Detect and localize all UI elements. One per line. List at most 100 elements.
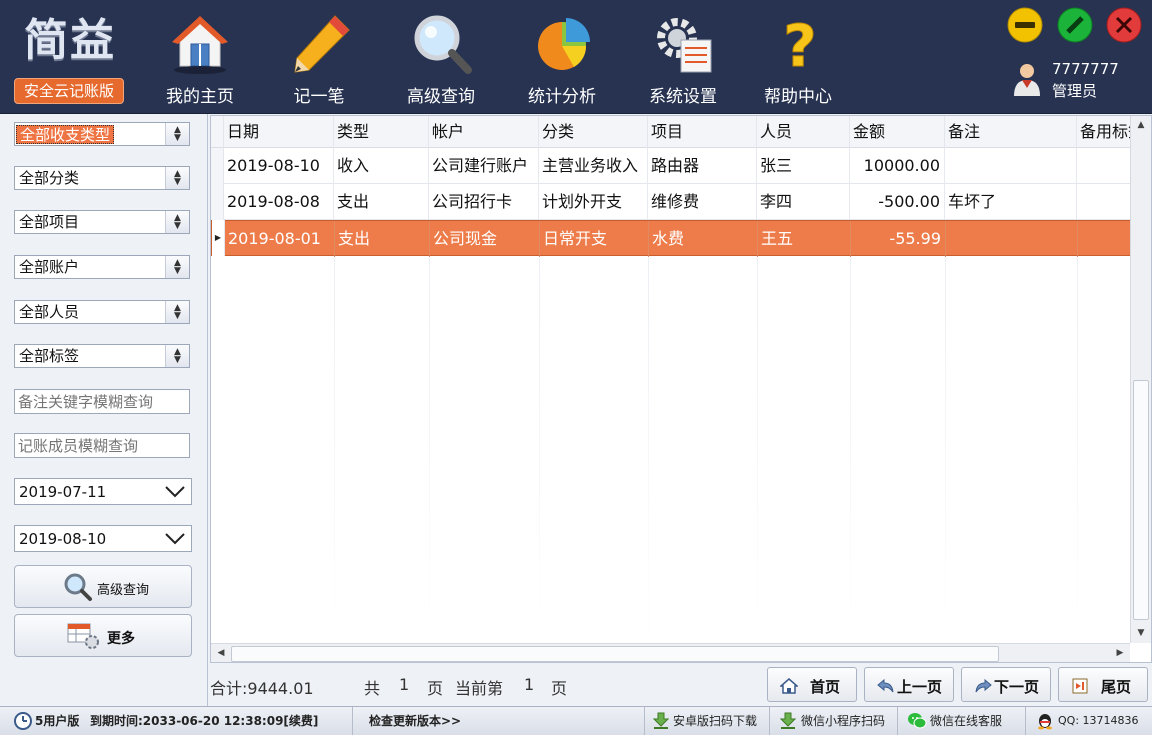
vertical-scroll-thumb[interactable] <box>1133 380 1149 620</box>
column-header-type[interactable]: 类型 <box>334 116 429 148</box>
nav-statistics-label: 统计分析 <box>528 87 596 107</box>
android-download-link[interactable]: 安卓版扫码下载 <box>645 707 770 735</box>
more-label: 更多 <box>107 631 135 647</box>
account-filter-select[interactable]: 全部账户 ▲ ▼ <box>14 255 190 279</box>
column-header-person[interactable]: 人员 <box>757 116 850 148</box>
horizontal-scroll-thumb[interactable] <box>231 646 999 662</box>
android-download-label: 安卓版扫码下载 <box>673 714 758 728</box>
column-header-project[interactable]: 项目 <box>648 116 757 148</box>
vertical-scrollbar[interactable]: ▲ ▼ <box>1130 116 1151 643</box>
column-header-note[interactable]: 备注 <box>945 116 1077 148</box>
date-to-picker[interactable]: 2019-08-10 <box>14 525 192 552</box>
cell-spare-tag <box>1077 148 1131 184</box>
user-id: 7777777 <box>1052 60 1119 78</box>
cell-note: 车坏了 <box>945 184 1077 220</box>
grid-line <box>429 258 430 648</box>
maximize-icon <box>1057 7 1093 43</box>
prev-page-label: 上一页 <box>897 678 943 696</box>
last-page-button[interactable]: 尾页 <box>1058 667 1148 702</box>
more-button[interactable]: 更多 <box>14 614 192 657</box>
cell-category: 主营业务收入 <box>539 148 648 184</box>
grid-line <box>334 258 335 648</box>
wechat-icon <box>908 713 927 729</box>
nav-help[interactable]: ? 帮助中心 <box>743 0 853 114</box>
download-icon <box>653 712 669 729</box>
nav-home[interactable]: 我的主页 <box>145 0 255 114</box>
expire-time[interactable]: 到期时间:2033-06-20 12:38:09[续费] <box>90 707 318 735</box>
qq-number: QQ: 13714836 <box>1058 714 1139 727</box>
arrow-back-icon <box>877 678 894 693</box>
home-icon <box>172 16 228 74</box>
scroll-up-icon[interactable]: ▲ <box>1134 118 1148 132</box>
scroll-down-icon[interactable]: ▼ <box>1134 626 1148 640</box>
download-icon <box>780 712 796 729</box>
project-filter-select[interactable]: 全部项目 ▲ ▼ <box>14 210 190 234</box>
column-header-category[interactable]: 分类 <box>539 116 648 148</box>
column-header-account[interactable]: 帐户 <box>429 116 539 148</box>
home-icon <box>780 678 798 694</box>
check-update-link[interactable]: 检查更新版本>> <box>353 707 645 735</box>
member-keyword-input[interactable] <box>14 433 190 458</box>
date-from-picker[interactable]: 2019-07-11 <box>14 478 192 505</box>
type-filter-value: 全部收支类型 <box>16 125 115 144</box>
license-info: 5用户版 到期时间:2033-06-20 12:38:09[续费] <box>0 707 353 735</box>
nav-record[interactable]: 记一笔 <box>264 0 374 114</box>
user-role: 管理员 <box>1052 82 1098 100</box>
maximize-button[interactable] <box>1057 7 1093 43</box>
current-page-prefix: 当前第 <box>455 679 504 698</box>
column-header-date[interactable]: 日期 <box>224 116 334 148</box>
column-header-spare-tag[interactable]: 备用标签 <box>1077 116 1131 148</box>
advanced-query-button[interactable]: 高级查询 <box>14 565 192 608</box>
first-page-button[interactable]: 首页 <box>767 667 857 702</box>
total-pages: 1 <box>399 675 410 694</box>
category-filter-select[interactable]: 全部分类 ▲ ▼ <box>14 166 190 190</box>
horizontal-scrollbar[interactable]: ◀ ▶ <box>211 643 1130 662</box>
grid-line <box>850 258 851 648</box>
date-from-value: 2019-07-11 <box>19 483 107 501</box>
edition-badge: 安全云记账版 <box>14 78 124 104</box>
nav-statistics[interactable]: 统计分析 <box>507 0 617 114</box>
nav-settings[interactable]: 系统设置 <box>628 0 738 114</box>
wechat-service-label: 微信在线客服 <box>930 714 1003 728</box>
cell-type: 支出 <box>335 221 430 257</box>
tag-filter-select[interactable]: 全部标签 ▲ ▼ <box>14 344 190 368</box>
check-update-label: 检查更新版本>> <box>369 714 462 728</box>
license-label: 5用户版 <box>35 714 80 728</box>
logo-mark: 简益 <box>24 15 116 66</box>
table-row[interactable]: 2019-08-08 支出 公司招行卡 计划外开支 维修费 李四 -500.00… <box>211 184 1131 220</box>
nav-advanced-query[interactable]: 高级查询 <box>386 0 496 114</box>
minimize-button[interactable] <box>1007 7 1043 43</box>
scroll-right-icon[interactable]: ▶ <box>1113 646 1127 660</box>
close-button[interactable] <box>1106 7 1142 43</box>
column-header-amount[interactable]: 金额 <box>850 116 945 148</box>
scroll-left-icon[interactable]: ◀ <box>214 646 228 660</box>
header-corner <box>211 116 224 148</box>
top-toolbar: 简益 安全云记账版 我的主页 记一笔 高级查询 统计分析 系统设置 ? 帮助中心… <box>0 0 1152 114</box>
nav-advanced-query-label: 高级查询 <box>407 87 475 107</box>
cell-date: 2019-08-01 <box>225 221 335 257</box>
qq-contact[interactable]: QQ: 13714836 <box>1026 707 1152 735</box>
first-page-label: 首页 <box>810 678 841 696</box>
wechat-service-link[interactable]: 微信在线客服 <box>898 707 1026 735</box>
table-row-selected[interactable]: ▶ 2019-08-01 支出 公司现金 日常开支 水费 王五 -55.99 <box>211 220 1131 257</box>
pagination-bar: 合计:9444.01 共 1 页 当前第 1 页 首页 上一页 下一页 尾页 <box>210 664 1152 706</box>
category-filter-value: 全部分类 <box>19 169 80 187</box>
records-grid: 日期 类型 帐户 分类 项目 人员 金额 备注 备用标签 2019-08-10 … <box>210 115 1152 663</box>
clock-icon <box>14 712 32 730</box>
spinner-icon: ▲ ▼ <box>165 256 189 278</box>
miniapp-scan-link[interactable]: 微信小程序扫码 <box>770 707 898 735</box>
cell-spare-tag <box>1078 221 1130 257</box>
user-icon <box>1014 64 1040 96</box>
spinner-icon: ▲ ▼ <box>165 123 189 145</box>
person-filter-select[interactable]: 全部人员 ▲ ▼ <box>14 300 190 324</box>
next-page-button[interactable]: 下一页 <box>961 667 1051 702</box>
arrow-forward-icon <box>975 678 992 693</box>
note-keyword-input[interactable] <box>14 389 190 414</box>
nav-help-label: 帮助中心 <box>764 87 832 107</box>
prev-page-button[interactable]: 上一页 <box>864 667 954 702</box>
current-page-suffix: 页 <box>551 679 568 698</box>
row-header <box>211 184 224 220</box>
minimize-icon <box>1007 7 1043 43</box>
table-row[interactable]: 2019-08-10 收入 公司建行账户 主营业务收入 路由器 张三 10000… <box>211 148 1131 184</box>
type-filter-select[interactable]: 全部收支类型 ▲ ▼ <box>14 122 190 146</box>
